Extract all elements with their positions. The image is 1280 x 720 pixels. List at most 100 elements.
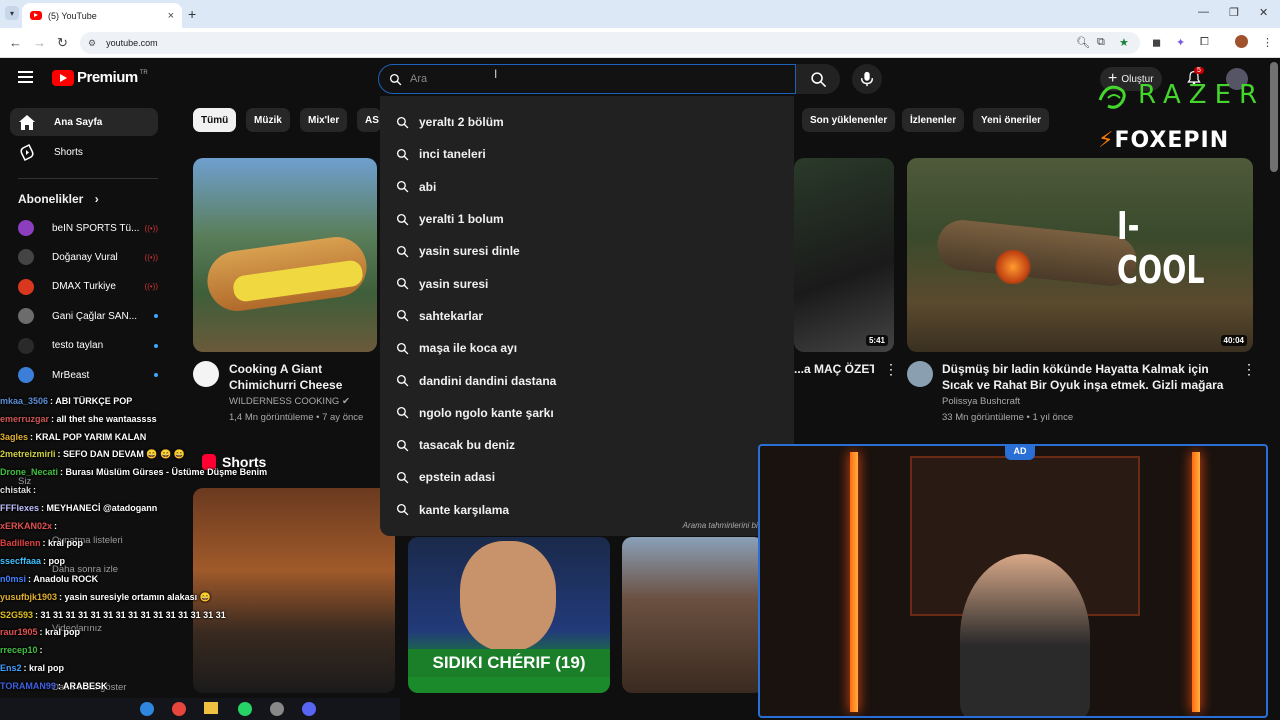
more-options-icon[interactable]: ⋮: [884, 361, 898, 378]
search-suggestion[interactable]: ngolo ngolo kante şarkı: [380, 397, 794, 429]
forward-arrow-icon[interactable]: →: [33, 35, 46, 50]
whatsapp-icon[interactable]: [238, 702, 252, 716]
browser-tab[interactable]: (5) YouTube ×: [22, 3, 182, 28]
suggestion-text: abi: [419, 179, 437, 194]
chat-username: 3agles: [0, 431, 29, 442]
chat-message: xERKAN02x:: [0, 518, 390, 536]
chip-mixes[interactable]: Mix'ler: [300, 108, 348, 132]
video-title[interactable]: ...a MAÇ ÖZETİ |: [794, 361, 874, 377]
chip-recently-uploaded[interactable]: Son yüklenenler: [802, 108, 896, 132]
search-suggestion[interactable]: yasin suresi: [380, 267, 794, 299]
chip-watched[interactable]: İzlenenler: [902, 108, 965, 132]
restore-button[interactable]: ❐: [1229, 6, 1239, 19]
report-predictions-link[interactable]: Arama tahminlerini bild: [683, 521, 764, 530]
chat-username: FFFlexes: [0, 502, 40, 513]
chat-text: yasin suresiyle ortamın alakası 😄: [64, 591, 211, 602]
search-icon: [396, 309, 409, 322]
search-suggestion[interactable]: dandini dandini dastana: [380, 364, 794, 396]
video-thumbnail[interactable]: 5:41: [794, 158, 894, 352]
video-title[interactable]: Cooking A Giant Chimichurri Cheese: [229, 361, 379, 393]
chip-new-to-you[interactable]: Yeni öneriler: [973, 108, 1050, 132]
person-face-image: [460, 541, 556, 651]
chat-username: 2metreizmirli: [0, 449, 56, 460]
subscription-item[interactable]: MrBeast: [18, 364, 158, 386]
video-thumbnail[interactable]: I-COOL 40:04: [907, 158, 1253, 352]
subscription-item[interactable]: DMAX Turkiye ((•)): [18, 276, 158, 298]
extensions-puzzle-icon[interactable]: ⧠: [1200, 36, 1209, 49]
sidebar-item-shorts[interactable]: Shorts: [10, 138, 158, 166]
sidebar-item-label: Shorts: [54, 146, 83, 158]
search-button[interactable]: [796, 64, 840, 94]
back-arrow-icon[interactable]: ←: [9, 35, 22, 50]
bookmark-star-icon[interactable]: ★: [1119, 36, 1129, 49]
reload-icon[interactable]: ↻: [57, 35, 68, 51]
search-box[interactable]: [378, 64, 796, 94]
install-app-icon[interactable]: ⧉: [1097, 36, 1105, 49]
discord-icon[interactable]: [302, 702, 316, 716]
chat-text: KRAL POP YARIM KALAN: [35, 431, 147, 442]
chat-message: rrecep10:: [0, 642, 390, 660]
edge-icon[interactable]: [140, 702, 154, 716]
search-suggestion[interactable]: epstein adasi: [380, 461, 794, 493]
tab-search-chevron-icon[interactable]: ▾: [5, 6, 19, 20]
webcam-overlay: AD: [758, 444, 1268, 718]
channel-avatar[interactable]: [907, 361, 933, 387]
site-info-icon[interactable]: ⚙: [88, 38, 96, 49]
channel-avatar[interactable]: [193, 361, 219, 387]
chrome-icon[interactable]: [172, 702, 186, 716]
subscription-item[interactable]: Gani Çağlar SAN...: [18, 305, 158, 327]
subscriptions-header[interactable]: Abonelikler ›: [18, 192, 99, 206]
extension-icon[interactable]: ◼: [1152, 36, 1161, 49]
subscription-item[interactable]: testo taylan: [18, 335, 158, 357]
browser-menu-icon[interactable]: ⋮: [1262, 36, 1273, 49]
chip-as[interactable]: AS: [357, 108, 381, 132]
video-thumbnail[interactable]: [193, 158, 377, 352]
subscription-name: Doğanay Vural: [52, 251, 118, 263]
microphone-icon: [860, 71, 874, 87]
chat-username: Ens2: [0, 662, 22, 673]
fire-image: [993, 250, 1033, 284]
youtube-premium-logo[interactable]: Premium TR: [52, 69, 148, 86]
search-suggestion[interactable]: tasacak bu deniz: [380, 429, 794, 461]
channel-name[interactable]: Polissya Bushcraft: [942, 396, 1020, 407]
search-icon: [396, 342, 409, 355]
search-suggestion[interactable]: yeralti 1 bolum: [380, 203, 794, 235]
search-input[interactable]: [410, 73, 770, 85]
menu-hamburger-icon[interactable]: [18, 71, 33, 83]
app-icon[interactable]: [270, 702, 284, 716]
short-thumbnail[interactable]: [622, 537, 764, 693]
chip-all[interactable]: Tümü: [193, 108, 237, 132]
search-suggestion[interactable]: maşa ile koca ayı: [380, 332, 794, 364]
extension-ai-icon[interactable]: ✦: [1176, 36, 1185, 49]
chat-message: Drone_Necati: Burası Müslüm Gürses - Üst…: [0, 464, 390, 482]
minimize-button[interactable]: —: [1198, 6, 1209, 18]
tab-close-icon[interactable]: ×: [168, 10, 174, 22]
search-suggestion[interactable]: abi: [380, 171, 794, 203]
new-tab-button[interactable]: +: [188, 6, 196, 22]
omnibox[interactable]: ⚙ youtube.com: [80, 32, 1140, 54]
search-suggestion[interactable]: inci taneleri: [380, 138, 794, 170]
short-thumbnail[interactable]: SIDIKI CHÉRIF (19): [408, 537, 610, 693]
page-scrollbar[interactable]: [1270, 62, 1278, 172]
folder-icon[interactable]: [204, 702, 218, 714]
chat-text: ABI TÜRKÇE POP: [55, 396, 133, 406]
profile-avatar-icon[interactable]: [1235, 35, 1248, 48]
search-suggestion[interactable]: sahtekarlar: [380, 300, 794, 332]
sidebar-item-home[interactable]: Ana Sayfa: [10, 108, 158, 136]
search-icon: [396, 245, 409, 258]
zoom-icon[interactable]: 🔍︎: [1076, 36, 1090, 49]
close-window-button[interactable]: ✕: [1259, 6, 1268, 19]
chip-music[interactable]: Müzik: [246, 108, 290, 132]
more-options-icon[interactable]: ⋮: [1242, 361, 1256, 378]
search-icon: [396, 180, 409, 193]
voice-search-button[interactable]: [852, 64, 882, 94]
youtube-play-logo-icon: [52, 69, 74, 86]
home-icon: [18, 114, 36, 130]
video-title[interactable]: Düşmüş bir ladin kökünde Hayatta Kalmak …: [942, 361, 1240, 393]
subscription-item[interactable]: beIN SPORTS Tü... ((•)): [18, 217, 158, 239]
streamer-figure: [960, 554, 1090, 716]
channel-avatar: [18, 220, 34, 236]
subscription-item[interactable]: Doğanay Vural ((•)): [18, 246, 158, 268]
search-suggestion[interactable]: yeraltı 2 bölüm: [380, 106, 794, 138]
search-suggestion[interactable]: yasin suresi dinle: [380, 235, 794, 267]
